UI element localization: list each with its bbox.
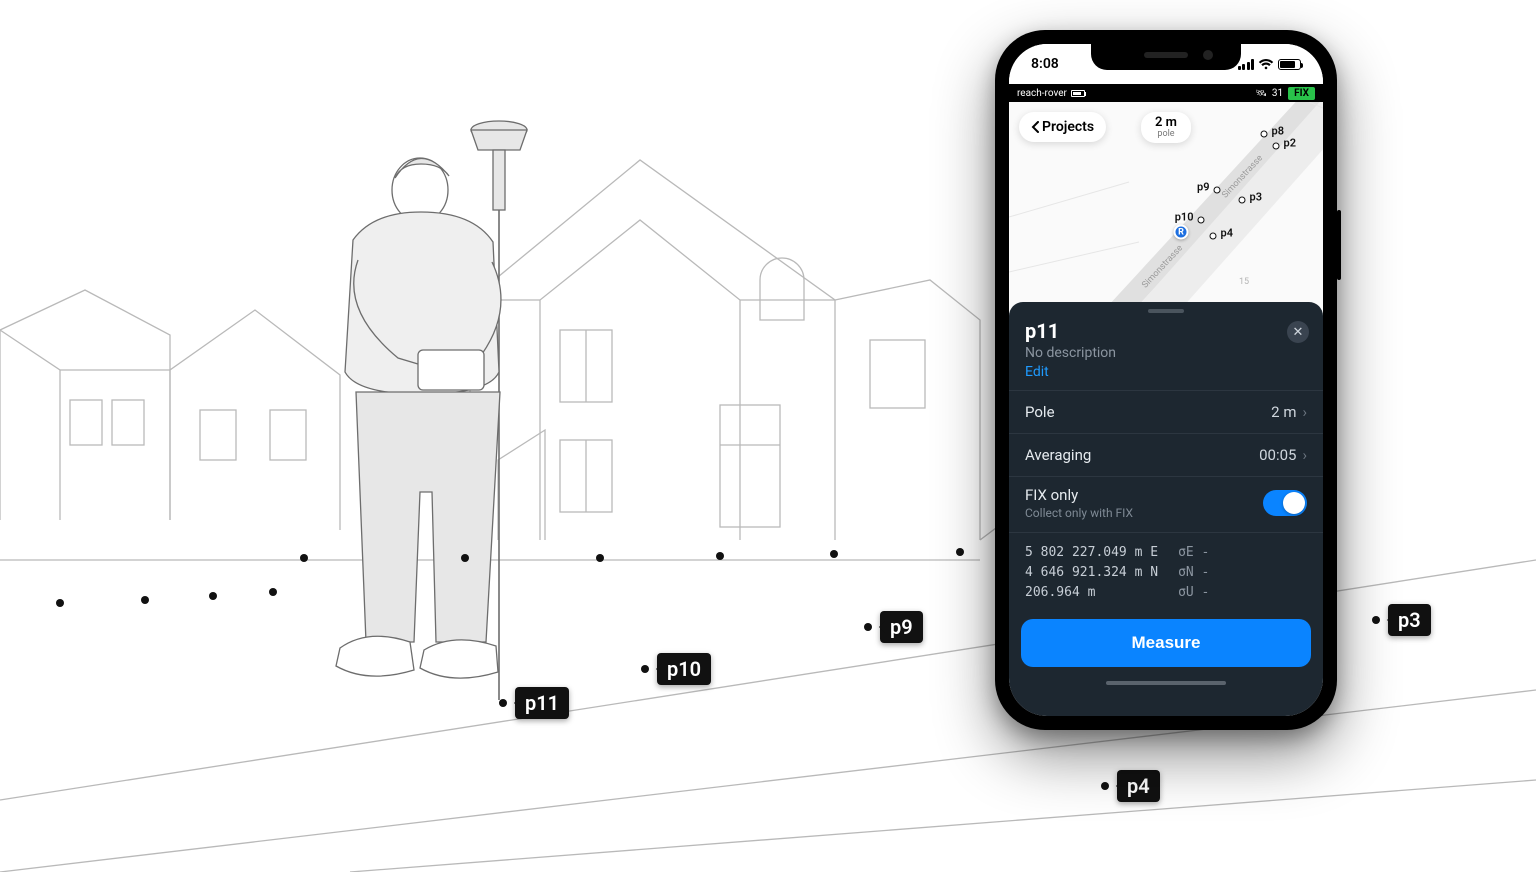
map-point-p2[interactable]: p2 xyxy=(1273,143,1280,150)
battery-icon xyxy=(1278,59,1301,70)
satellite-count: 31 xyxy=(1272,88,1283,99)
pole-chip[interactable]: 2 m pole xyxy=(1141,112,1191,143)
phone-screen: 8:08 reach-rover 31 FIX xyxy=(1009,44,1323,716)
status-time: 8:08 xyxy=(1031,56,1059,72)
chevron-right-icon: › xyxy=(1302,403,1307,421)
point-name: p11 xyxy=(1025,319,1307,343)
app-status-bar: reach-rover 31 FIX xyxy=(1009,84,1323,102)
back-button[interactable]: Projects xyxy=(1019,112,1106,142)
phone-notch xyxy=(1091,44,1241,70)
sheet-grabber[interactable] xyxy=(1148,309,1184,313)
scene-dot xyxy=(56,599,64,607)
scene-dot xyxy=(716,552,724,560)
satellite-icon xyxy=(1255,88,1266,99)
fix-only-toggle[interactable] xyxy=(1263,490,1307,516)
edit-link[interactable]: Edit xyxy=(1025,364,1049,380)
point-sheet: ✕ p11 No description Edit Pole 2 m› Aver… xyxy=(1009,302,1323,716)
averaging-row[interactable]: Averaging 00:05› xyxy=(1009,433,1323,476)
measure-button[interactable]: Measure xyxy=(1021,619,1311,667)
scene-dot xyxy=(596,554,604,562)
cellular-icon xyxy=(1238,59,1255,70)
map-point-p9[interactable]: p9 xyxy=(1214,187,1221,194)
map-point-p3[interactable]: p3 xyxy=(1239,197,1246,204)
phone-frame: 8:08 reach-rover 31 FIX xyxy=(995,30,1337,730)
map-point-p4[interactable]: p4 xyxy=(1210,233,1217,240)
close-button[interactable]: ✕ xyxy=(1287,321,1309,343)
map-canvas[interactable]: 15 Simonstrasse Simonstrasse Projects 2 … xyxy=(1009,102,1323,312)
fix-only-row: FIX only Collect only with FIX xyxy=(1009,476,1323,532)
map-point-p10[interactable]: p10 xyxy=(1198,217,1205,224)
map-point-p8[interactable]: p8 xyxy=(1261,131,1268,138)
scene-dot xyxy=(269,588,277,596)
chevron-right-icon: › xyxy=(1302,446,1307,464)
device-battery-icon xyxy=(1071,90,1085,97)
svg-text:15: 15 xyxy=(1239,277,1249,287)
scene-dot xyxy=(830,550,838,558)
chevron-left-icon xyxy=(1031,121,1039,133)
device-name: reach-rover xyxy=(1017,88,1067,99)
wifi-icon xyxy=(1258,58,1274,70)
pole-row[interactable]: Pole 2 m› xyxy=(1009,390,1323,433)
scene-dot xyxy=(209,592,217,600)
scene-dot xyxy=(141,596,149,604)
fix-badge: FIX xyxy=(1288,87,1315,100)
scene-dot xyxy=(956,548,964,556)
scene-dot xyxy=(300,554,308,562)
scene-dot xyxy=(461,554,469,562)
rover-marker: R xyxy=(1174,225,1189,240)
back-label: Projects xyxy=(1042,119,1094,135)
point-description: No description xyxy=(1025,345,1307,361)
home-indicator xyxy=(1106,681,1226,685)
coordinates-readout: 5 802 227.049 m E 4 646 921.324 m N 206.… xyxy=(1009,532,1323,609)
